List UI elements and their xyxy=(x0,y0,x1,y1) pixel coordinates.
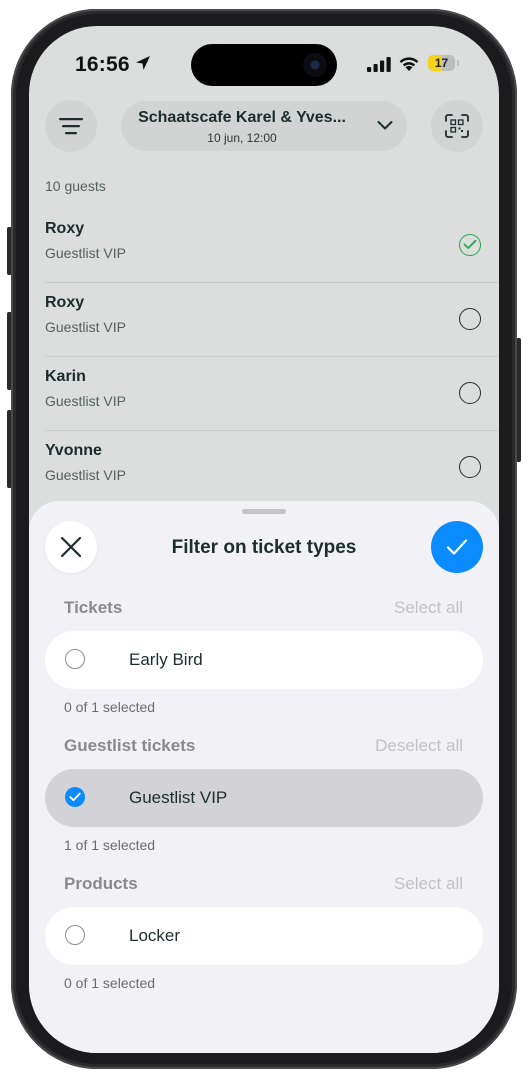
radio-checked-icon[interactable] xyxy=(65,787,85,807)
filter-button[interactable] xyxy=(45,100,97,152)
checked-in-icon[interactable] xyxy=(459,234,481,256)
radio-unchecked-icon[interactable] xyxy=(65,925,85,945)
event-title: Schaatscafe Karel & Yves... xyxy=(138,109,346,126)
option-locker[interactable]: Locker xyxy=(45,907,483,965)
guest-ticket-type: Guestlist VIP xyxy=(45,393,126,409)
guest-row[interactable]: Karin Guestlist VIP xyxy=(45,356,499,431)
status-time: 16:56 xyxy=(75,53,130,76)
guest-count: 10 guests xyxy=(45,178,106,194)
guest-ticket-type: Guestlist VIP xyxy=(45,467,126,483)
wifi-icon xyxy=(399,57,419,71)
section-selected-count: 1 of 1 selected xyxy=(64,837,156,853)
check-in-circle-icon[interactable] xyxy=(459,456,481,478)
section-heading-guestlist: Guestlist tickets xyxy=(64,736,196,755)
deselect-all-guestlist-button[interactable]: Deselect all xyxy=(375,736,463,756)
battery-indicator: 17 xyxy=(428,55,455,71)
battery-cap xyxy=(457,60,459,66)
guest-name: Karin xyxy=(45,368,86,385)
guest-row[interactable]: Roxy Guestlist VIP xyxy=(45,208,499,283)
checkmark-icon xyxy=(446,539,468,555)
guest-ticket-type: Guestlist VIP xyxy=(45,319,126,335)
section-heading-products: Products xyxy=(64,874,138,893)
select-all-tickets-button[interactable]: Select all xyxy=(394,598,463,618)
location-arrow-icon xyxy=(136,56,150,70)
confirm-button[interactable] xyxy=(431,521,483,573)
dynamic-island xyxy=(191,44,337,86)
guest-ticket-type: Guestlist VIP xyxy=(45,245,126,261)
cellular-signal-icon xyxy=(367,57,391,72)
scan-button[interactable] xyxy=(431,100,483,152)
section-heading-tickets: Tickets xyxy=(64,598,123,617)
chevron-down-icon xyxy=(377,121,393,130)
option-guestlist-vip[interactable]: Guestlist VIP xyxy=(45,769,483,827)
check-in-circle-icon[interactable] xyxy=(459,382,481,404)
guest-name: Yvonne xyxy=(45,442,102,459)
select-all-products-button[interactable]: Select all xyxy=(394,874,463,894)
sheet-grabber[interactable] xyxy=(242,509,286,514)
event-selector[interactable]: Schaatscafe Karel & Yves... 10 jun, 12:0… xyxy=(121,101,407,151)
option-early-bird[interactable]: Early Bird xyxy=(45,631,483,689)
radio-unchecked-icon[interactable] xyxy=(65,649,85,669)
guest-row[interactable]: Yvonne Guestlist VIP xyxy=(45,430,499,504)
qr-scan-icon xyxy=(445,114,469,138)
guest-name: Roxy xyxy=(45,220,85,237)
option-label: Locker xyxy=(129,926,181,945)
check-in-circle-icon[interactable] xyxy=(459,308,481,330)
section-selected-count: 0 of 1 selected xyxy=(64,975,156,991)
sheet-title: Filter on ticket types xyxy=(171,537,357,558)
guest-name: Roxy xyxy=(45,294,85,311)
section-selected-count: 0 of 1 selected xyxy=(64,699,156,715)
option-label: Early Bird xyxy=(129,650,203,669)
guest-row[interactable]: Roxy Guestlist VIP xyxy=(45,282,499,357)
front-camera xyxy=(303,53,327,77)
event-datetime: 10 jun, 12:00 xyxy=(207,131,277,145)
phone-screen: 16:56 17 Schaatscafe Karel & Yves... 10 … xyxy=(29,26,499,1053)
filter-lines-icon xyxy=(59,118,83,135)
option-label: Guestlist VIP xyxy=(129,788,228,807)
battery-level: 17 xyxy=(434,56,449,70)
filter-sheet: Filter on ticket types Tickets Select al… xyxy=(29,501,499,1053)
